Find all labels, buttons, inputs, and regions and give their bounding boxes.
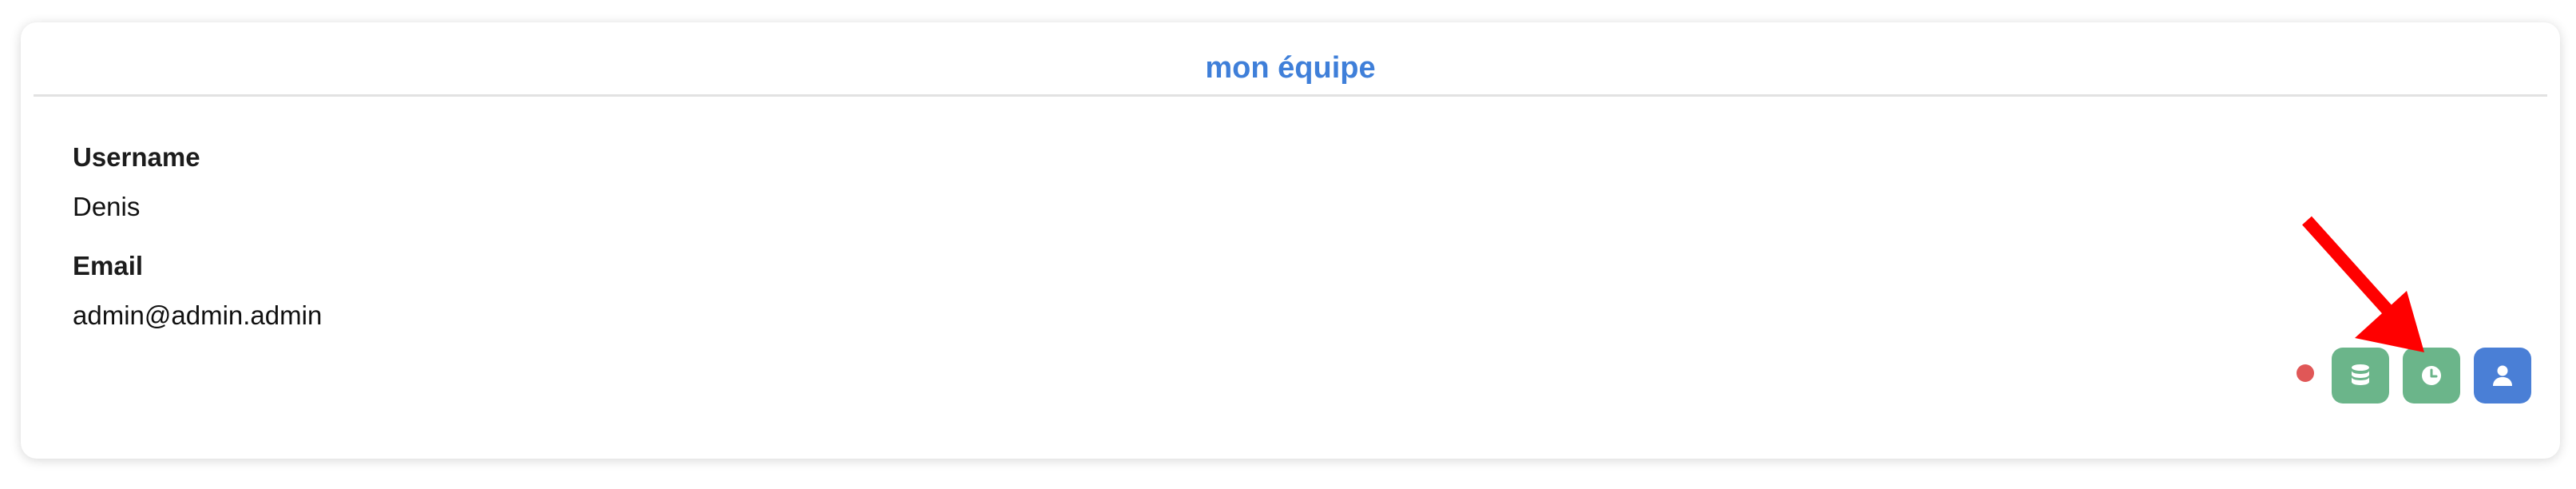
card-title: mon équipe <box>1205 51 1376 85</box>
status-dot <box>2297 364 2314 382</box>
database-icon <box>2350 364 2371 388</box>
username-label: Username <box>73 142 200 172</box>
database-button[interactable] <box>2332 348 2389 404</box>
title-divider <box>34 94 2547 97</box>
email-label: Email <box>73 251 144 280</box>
clock-icon <box>2420 364 2443 387</box>
email-value: admin@admin.admin <box>73 300 323 330</box>
user-icon <box>2492 364 2513 387</box>
user-button[interactable] <box>2474 348 2531 404</box>
clock-button[interactable] <box>2403 348 2460 404</box>
team-card: mon équipe Username Denis Email admin@ad… <box>21 22 2560 459</box>
username-value: Denis <box>73 192 141 221</box>
